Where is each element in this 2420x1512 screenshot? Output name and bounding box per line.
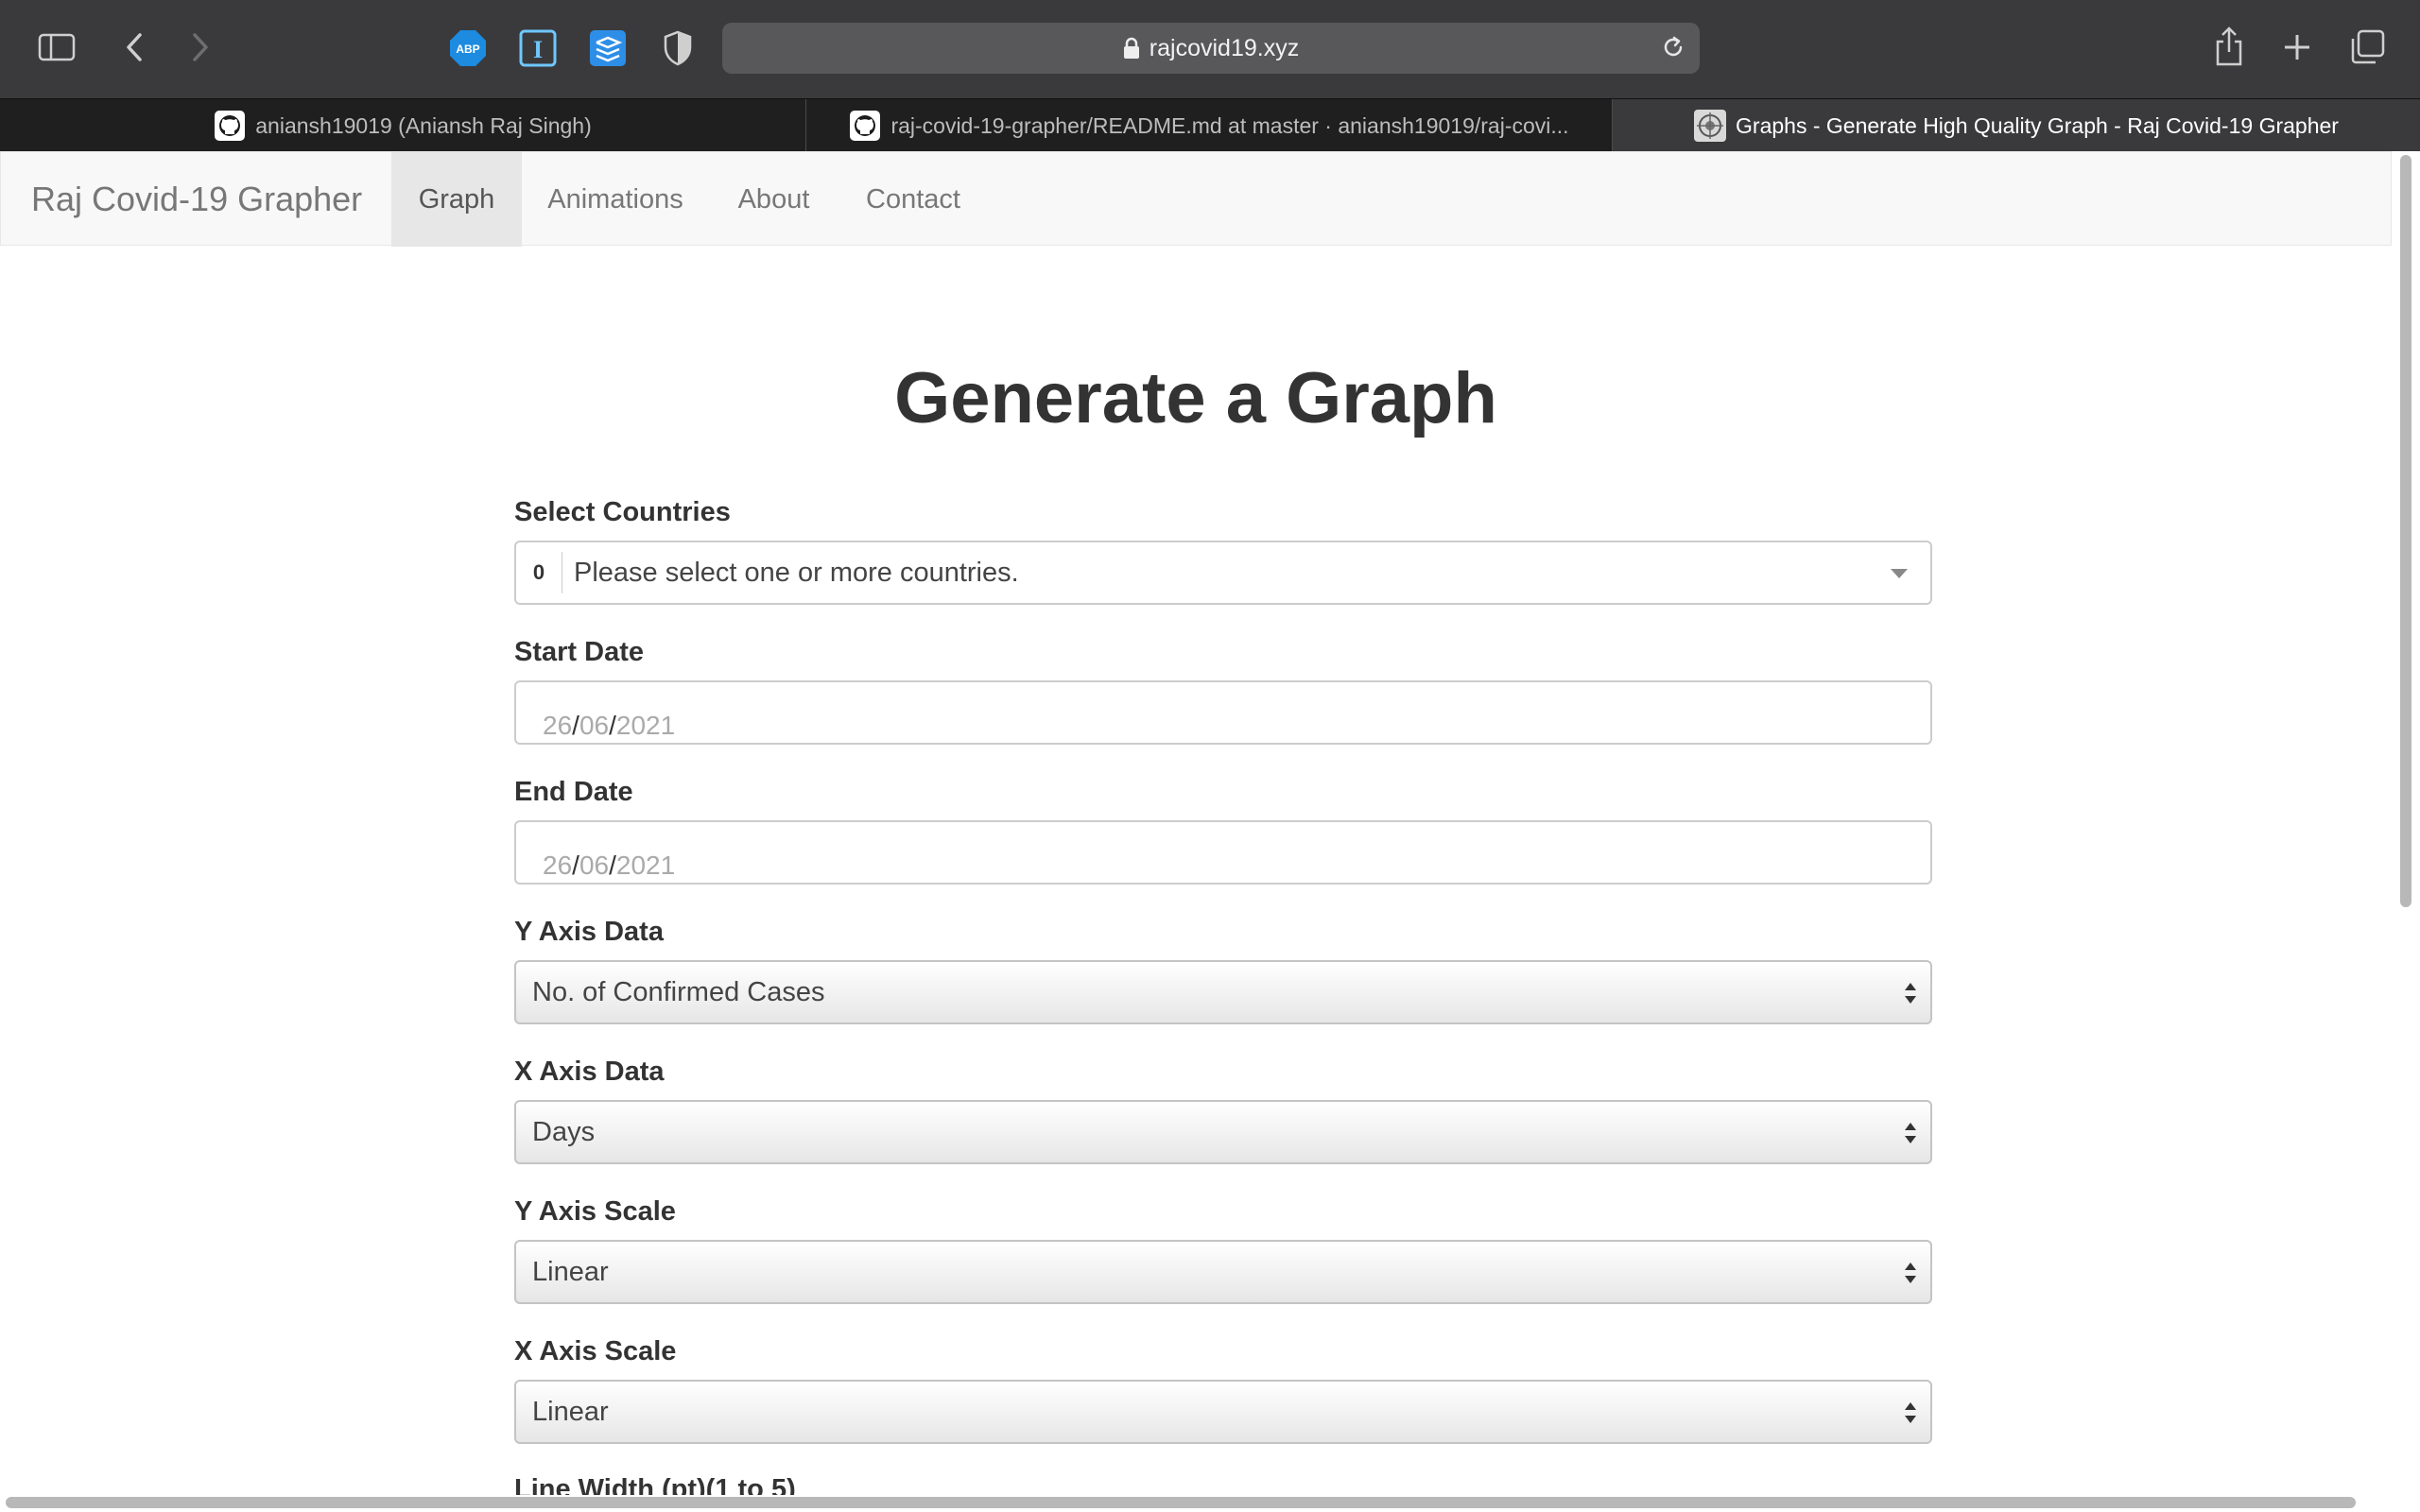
select-arrows-icon bbox=[1902, 1259, 1919, 1295]
back-icon[interactable] bbox=[117, 28, 151, 66]
tab-github-profile[interactable]: aniansh19019 (Aniansh Raj Singh) bbox=[0, 99, 806, 152]
countries-label: Select Countries bbox=[514, 497, 731, 527]
line-width-label: Line Width (pt)(1 to 5) bbox=[514, 1474, 796, 1495]
start-date-input[interactable]: 26/06/2021 bbox=[514, 680, 1932, 745]
privacy-shield-icon[interactable] bbox=[660, 28, 696, 68]
page-viewport: Raj Covid-19 Grapher Graph Animations Ab… bbox=[0, 151, 2420, 1512]
tab-graphs[interactable]: Graphs - Generate High Quality Graph - R… bbox=[1613, 99, 2420, 152]
countries-placeholder: Please select one or more countries. bbox=[574, 557, 1019, 588]
date-separator: / bbox=[572, 850, 579, 880]
site-navbar: Raj Covid-19 Grapher Graph Animations Ab… bbox=[0, 151, 2392, 247]
select-arrows-icon bbox=[1902, 979, 1919, 1015]
select-arrows-icon bbox=[1902, 1399, 1919, 1435]
x-axis-data-select[interactable]: Days bbox=[514, 1100, 1932, 1164]
y-axis-scale-value: Linear bbox=[532, 1256, 609, 1287]
nav-about[interactable]: About bbox=[709, 152, 838, 247]
sidebar-toggle-icon[interactable] bbox=[36, 30, 78, 64]
nav-contact[interactable]: Contact bbox=[838, 152, 988, 247]
scrollbar-thumb[interactable] bbox=[6, 1497, 2356, 1508]
nav-graph[interactable]: Graph bbox=[391, 152, 522, 247]
nav-animations[interactable]: Animations bbox=[522, 152, 709, 247]
instapaper-icon[interactable]: I bbox=[518, 28, 558, 68]
y-axis-data-label: Y Axis Data bbox=[514, 917, 664, 947]
chevron-down-icon bbox=[1891, 569, 1908, 578]
site-brand[interactable]: Raj Covid-19 Grapher bbox=[31, 152, 362, 247]
date-separator: / bbox=[572, 711, 579, 740]
x-axis-data-label: X Axis Data bbox=[514, 1057, 665, 1087]
tab-github-readme[interactable]: raj-covid-19-grapher/README.md at master… bbox=[806, 99, 1613, 152]
x-axis-scale-label: X Axis Scale bbox=[514, 1336, 677, 1366]
end-date-year[interactable]: 2021 bbox=[616, 833, 675, 898]
selected-count-badge: 0 bbox=[516, 552, 562, 593]
select-arrows-icon bbox=[1902, 1119, 1919, 1155]
url-text: rajcovid19.xyz bbox=[1149, 34, 1300, 61]
x-axis-scale-value: Linear bbox=[532, 1396, 609, 1427]
share-icon[interactable] bbox=[2212, 25, 2246, 68]
horizontal-scrollbar[interactable] bbox=[0, 1493, 2392, 1512]
start-date-year[interactable]: 2021 bbox=[616, 694, 675, 758]
tab-label: raj-covid-19-grapher/README.md at master… bbox=[890, 112, 1569, 138]
github-icon bbox=[214, 110, 246, 142]
browser-toolbar: ABP I rajcovid19.xyz bbox=[0, 0, 2420, 98]
start-date-label: Start Date bbox=[514, 637, 644, 667]
end-date-day[interactable]: 26 bbox=[543, 833, 572, 898]
buffer-icon[interactable] bbox=[588, 28, 628, 68]
start-date-month[interactable]: 06 bbox=[579, 694, 609, 758]
start-date-day[interactable]: 26 bbox=[543, 694, 572, 758]
site-favicon bbox=[1694, 110, 1727, 142]
countries-select[interactable]: 0 Please select one or more countries. bbox=[514, 541, 1932, 605]
end-date-input[interactable]: 26/06/2021 bbox=[514, 820, 1932, 885]
y-axis-data-select[interactable]: No. of Confirmed Cases bbox=[514, 960, 1932, 1024]
x-axis-scale-select[interactable]: Linear bbox=[514, 1380, 1932, 1444]
tab-label: Graphs - Generate High Quality Graph - R… bbox=[1736, 112, 2339, 138]
vertical-scrollbar[interactable] bbox=[2395, 151, 2414, 1495]
address-bar[interactable]: rajcovid19.xyz bbox=[722, 23, 1700, 74]
adblock-plus-icon[interactable]: ABP bbox=[448, 28, 488, 68]
adblock-text: ABP bbox=[456, 43, 479, 56]
y-axis-scale-select[interactable]: Linear bbox=[514, 1240, 1932, 1304]
tab-bar: aniansh19019 (Aniansh Raj Singh) raj-cov… bbox=[0, 98, 2420, 152]
lock-icon bbox=[1123, 37, 1140, 60]
scrollbar-thumb[interactable] bbox=[2400, 155, 2411, 907]
tab-overview-icon[interactable] bbox=[2348, 28, 2386, 66]
instapaper-text: I bbox=[533, 36, 543, 63]
reload-icon[interactable] bbox=[1660, 34, 1686, 67]
y-axis-scale-label: Y Axis Scale bbox=[514, 1196, 676, 1227]
date-separator: / bbox=[609, 711, 616, 740]
x-axis-data-value: Days bbox=[532, 1116, 596, 1147]
forward-icon[interactable] bbox=[183, 28, 217, 66]
end-date-month[interactable]: 06 bbox=[579, 833, 609, 898]
new-tab-icon[interactable] bbox=[2280, 30, 2314, 64]
end-date-label: End Date bbox=[514, 777, 633, 807]
date-separator: / bbox=[609, 850, 616, 880]
tab-label: aniansh19019 (Aniansh Raj Singh) bbox=[255, 112, 592, 138]
github-icon bbox=[849, 110, 881, 142]
page-title: Generate a Graph bbox=[894, 358, 1497, 438]
y-axis-data-value: No. of Confirmed Cases bbox=[532, 976, 825, 1007]
